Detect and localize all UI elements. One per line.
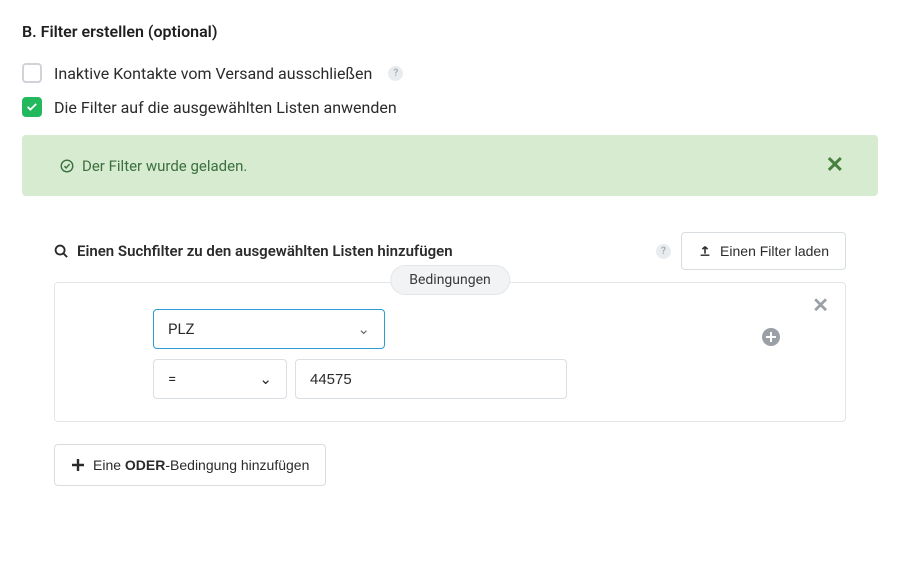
checkbox-apply-filter[interactable]	[22, 97, 42, 117]
filter-header-left: Einen Suchfilter zu den ausgewählten Lis…	[54, 242, 453, 260]
conditions-badge: Bedingungen	[390, 265, 510, 295]
condition-value-row: = ⌄	[153, 359, 825, 399]
check-icon	[25, 100, 39, 114]
condition-operator-select[interactable]: = ⌄	[153, 359, 287, 399]
check-circle-icon	[60, 159, 74, 173]
load-filter-button[interactable]: Einen Filter laden	[681, 232, 846, 270]
condition-field-row: PLZ ⌄	[153, 309, 825, 349]
condition-field-select[interactable]: PLZ ⌄	[153, 309, 385, 349]
add-condition-icon[interactable]	[761, 327, 781, 353]
alert-success: Der Filter wurde geladen. ✕	[22, 135, 878, 196]
chevron-down-icon: ⌄	[357, 320, 370, 338]
filter-header-right: ? Einen Filter laden	[652, 232, 846, 270]
search-icon	[54, 244, 69, 259]
plus-icon	[71, 458, 85, 472]
add-or-condition-button[interactable]: Eine ODER-Bedingung hinzufügen	[54, 444, 326, 486]
add-or-label: Eine ODER-Bedingung hinzufügen	[93, 457, 309, 473]
checkbox-apply-filter-label: Die Filter auf die ausgewählten Listen a…	[54, 98, 397, 117]
search-filter-label: Einen Suchfilter zu den ausgewählten Lis…	[77, 242, 453, 260]
section-title: B. Filter erstellen (optional)	[22, 22, 878, 41]
upload-icon	[698, 244, 712, 258]
condition-operator-value: =	[168, 370, 176, 388]
alert-close-icon[interactable]: ✕	[826, 153, 844, 178]
help-icon[interactable]: ?	[656, 244, 671, 259]
checkbox-exclude-inactive[interactable]	[22, 63, 42, 83]
load-filter-label: Einen Filter laden	[720, 243, 829, 259]
condition-value-input[interactable]	[295, 359, 567, 399]
checkbox-apply-filter-row: Die Filter auf die ausgewählten Listen a…	[22, 97, 878, 117]
remove-condition-icon[interactable]: ✕	[812, 293, 829, 317]
add-or-row: Eine ODER-Bedingung hinzufügen	[54, 444, 846, 486]
checkbox-exclude-inactive-row: Inaktive Kontakte vom Versand ausschließ…	[22, 63, 878, 83]
checkbox-exclude-inactive-label: Inaktive Kontakte vom Versand ausschließ…	[54, 64, 372, 83]
alert-content: Der Filter wurde geladen.	[60, 157, 247, 175]
help-icon[interactable]: ?	[388, 66, 403, 81]
chevron-down-icon: ⌄	[259, 370, 272, 388]
filter-area: Einen Suchfilter zu den ausgewählten Lis…	[22, 232, 878, 486]
alert-text: Der Filter wurde geladen.	[82, 157, 247, 175]
conditions-box: Bedingungen ✕ PLZ ⌄ = ⌄	[54, 282, 846, 422]
condition-field-value: PLZ	[168, 320, 195, 338]
